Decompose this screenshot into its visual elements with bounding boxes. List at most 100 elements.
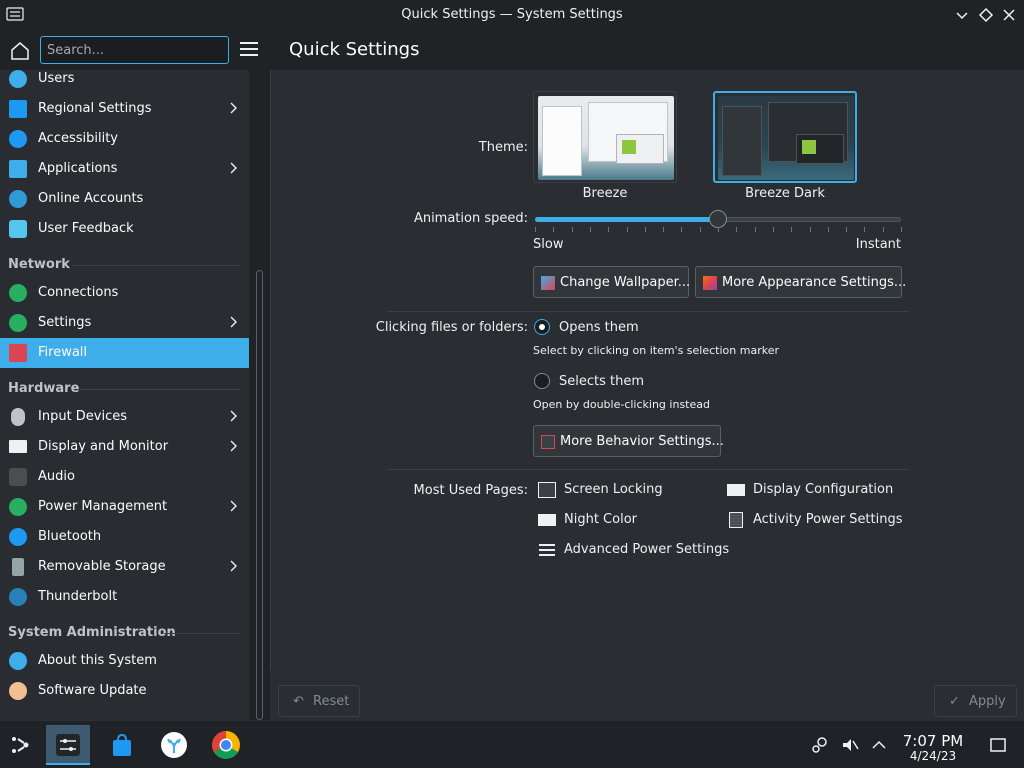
sidebar-item-bluetooth[interactable]: Bluetooth — [0, 522, 249, 552]
chevron-up-icon[interactable] — [869, 735, 889, 755]
sidebar-item-input-devices[interactable]: Input Devices — [0, 402, 249, 432]
chevron-right-icon — [230, 410, 237, 422]
window-title: Quick Settings — System Settings — [401, 7, 623, 22]
show-desktop-icon[interactable] — [988, 735, 1008, 755]
link-label: Advanced Power Settings — [564, 542, 730, 557]
slider-tick — [864, 227, 866, 232]
wallpaper-icon — [541, 276, 555, 290]
sidebar-item-display-and-monitor[interactable]: Display and Monitor — [0, 432, 249, 462]
sidebar-item-online-accounts[interactable]: Online Accounts — [0, 184, 249, 214]
sidebar-item-removable-storage[interactable]: Removable Storage — [0, 552, 249, 582]
sidebar-item-audio[interactable]: Audio — [0, 462, 249, 492]
selects-them-radio[interactable] — [534, 373, 550, 389]
sidebar-item-label: Thunderbolt — [38, 589, 118, 604]
most-used-advanced-power-settings[interactable]: Advanced Power Settings — [538, 540, 738, 562]
theme-name-breeze-dark: Breeze Dark — [745, 186, 825, 201]
selects-them-label[interactable]: Selects them — [559, 374, 644, 389]
sidebar-item-firewall[interactable]: Firewall — [0, 338, 249, 368]
most-used-night-color[interactable]: Night Color — [538, 510, 688, 532]
slider-tick — [553, 227, 555, 232]
volume-muted-icon[interactable] — [840, 735, 860, 755]
sidebar-header — [0, 30, 270, 70]
close-icon[interactable] — [999, 5, 1019, 25]
chevron-right-icon — [230, 440, 237, 452]
chevron-right-icon — [230, 560, 237, 572]
section-divider — [72, 265, 240, 266]
home-icon[interactable] — [8, 40, 32, 62]
clock-time[interactable]: 7:07 PM — [897, 732, 969, 750]
sidebar-item-label: Online Accounts — [38, 191, 144, 206]
sidebar-item-label: Bluetooth — [38, 529, 102, 544]
sidebar-scrollbar[interactable] — [256, 270, 263, 720]
most-used-display-configuration[interactable]: Display Configuration — [727, 480, 907, 502]
chevron-right-icon — [230, 316, 237, 328]
opens-them-radio[interactable] — [534, 319, 550, 335]
sidebar-item-accessibility[interactable]: Accessibility — [0, 124, 249, 154]
sidebar-item-users[interactable]: Users — [0, 70, 249, 94]
selects-them-hint: Open by double-clicking instead — [533, 398, 710, 411]
sidebar-item-connections[interactable]: Connections — [0, 278, 249, 308]
user-feedback-icon — [9, 220, 27, 238]
taskbar-discover[interactable] — [100, 725, 144, 765]
search-input[interactable] — [40, 36, 229, 64]
most-used-pages-label: Most Used Pages: — [413, 483, 528, 498]
slider-tick — [571, 227, 573, 232]
slider-tick — [791, 227, 793, 232]
slider-tick — [772, 227, 774, 232]
sidebar-item-power-management[interactable]: Power Management — [0, 492, 249, 522]
page-header: Quick Settings — [270, 30, 1024, 70]
button-label: More Behavior Settings... — [560, 434, 724, 449]
sidebar-item-label: Input Devices — [38, 409, 128, 424]
change-wallpaper-button[interactable]: Change Wallpaper... — [533, 266, 690, 298]
slider-tick — [589, 227, 591, 232]
section-header-network: Network — [8, 257, 70, 272]
info-icon — [9, 652, 27, 670]
clicking-files-label: Clicking files or folders: — [375, 320, 528, 335]
slider-tick — [901, 227, 902, 232]
slider-tick — [718, 227, 719, 232]
more-appearance-settings-button[interactable]: More Appearance Settings... — [695, 266, 906, 298]
sidebar-item-label: Power Management — [38, 499, 168, 514]
reset-button[interactable]: ↶ Reset — [278, 685, 360, 717]
sidebar-item-user-feedback[interactable]: User Feedback — [0, 214, 249, 244]
more-behavior-settings-button[interactable]: More Behavior Settings... — [533, 425, 724, 457]
taskbar-system-settings[interactable] — [46, 725, 90, 765]
sidebar-item-label: Audio — [38, 469, 75, 484]
minimize-icon[interactable] — [952, 5, 972, 25]
most-used-screen-locking[interactable]: Screen Locking — [538, 480, 688, 502]
sidebar-item-applications[interactable]: Applications — [0, 154, 249, 184]
apply-button[interactable]: ✓ Apply — [934, 685, 1017, 717]
taskbar-coral-app[interactable] — [152, 725, 196, 765]
most-used-activity-power-settings[interactable]: Activity Power Settings — [727, 510, 907, 532]
chrome-icon — [212, 731, 240, 759]
power-icon — [9, 498, 27, 516]
clock-date[interactable]: 4/24/23 — [897, 749, 969, 763]
sidebar-item-label: Accessibility — [38, 131, 118, 146]
breeze-dark-preview-image — [718, 96, 854, 180]
sidebar-item-network-settings[interactable]: Settings — [0, 308, 249, 338]
hamburger-menu-icon[interactable] — [240, 42, 258, 58]
theme-card-breeze-dark[interactable] — [713, 91, 857, 183]
opens-them-label[interactable]: Opens them — [559, 320, 639, 335]
slider-tick — [699, 227, 701, 232]
animation-speed-handle[interactable] — [709, 210, 727, 228]
theme-card-breeze[interactable] — [533, 91, 677, 183]
taskbar-chrome[interactable] — [204, 725, 248, 765]
page-title: Quick Settings — [289, 39, 420, 60]
sidebar-item-label: Regional Settings — [38, 101, 152, 116]
steam-tray-icon[interactable] — [810, 735, 830, 755]
software-update-icon — [9, 682, 27, 700]
lock-screen-icon — [538, 482, 556, 498]
shopping-bag-icon — [113, 733, 131, 756]
link-label: Activity Power Settings — [753, 512, 903, 527]
application-launcher-icon[interactable] — [0, 725, 44, 765]
sidebar-item-software-update[interactable]: Software Update — [0, 676, 249, 706]
sidebar-item-thunderbolt[interactable]: Thunderbolt — [0, 582, 249, 612]
maximize-icon[interactable] — [976, 5, 996, 25]
sidebar-item-label: Applications — [38, 161, 118, 176]
section-divider — [80, 389, 240, 390]
sidebar-item-regional-settings[interactable]: Regional Settings — [0, 94, 249, 124]
regional-settings-icon — [9, 100, 27, 118]
behavior-icon — [541, 435, 555, 449]
sidebar-item-about-this-system[interactable]: About this System — [0, 646, 249, 676]
